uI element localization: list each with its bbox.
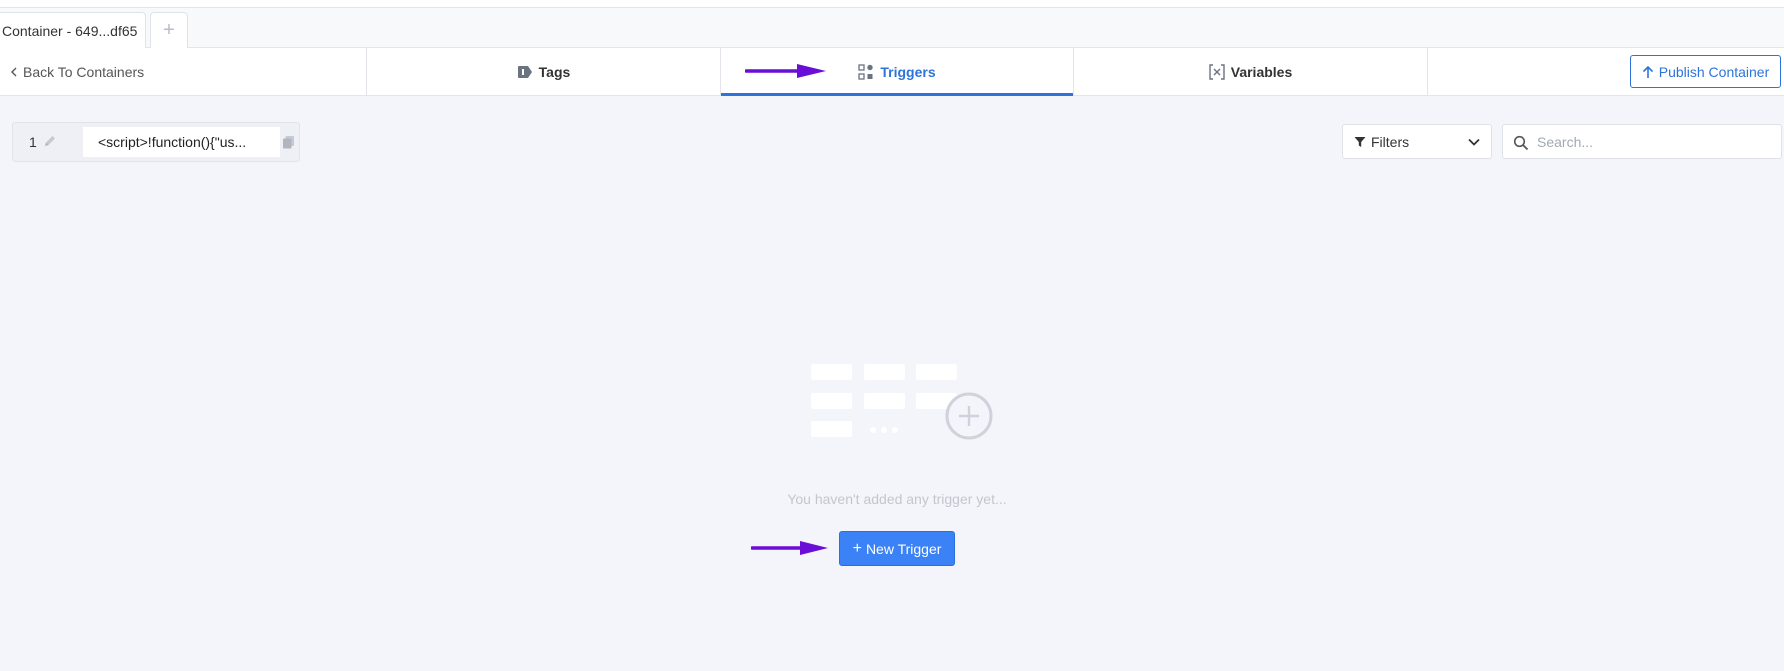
- container-tab[interactable]: Container - 649...df65: [0, 12, 146, 50]
- back-to-containers-link[interactable]: Back To Containers: [10, 48, 144, 95]
- window-top-strip: [0, 0, 1784, 7]
- triggers-grid-icon: [858, 63, 874, 80]
- search-icon: [1513, 135, 1529, 151]
- section-nav: Back To Containers Tags Triggers Variabl…: [0, 48, 1784, 96]
- tab-variables[interactable]: Variables: [1073, 48, 1427, 95]
- tab-tags-label: Tags: [538, 63, 571, 80]
- filter-funnel-icon: [1354, 136, 1366, 147]
- publish-container-button[interactable]: Publish Container: [1630, 55, 1781, 88]
- filters-dropdown[interactable]: Filters: [1342, 124, 1492, 159]
- new-trigger-label: New Trigger: [865, 540, 942, 557]
- snippet-number: 1: [29, 134, 37, 150]
- annotation-arrow-triggers: [745, 64, 826, 78]
- copy-icon[interactable]: [282, 135, 295, 154]
- empty-state-message: You haven't added any trigger yet...: [787, 491, 1007, 507]
- arrow-up-icon: [1642, 65, 1653, 78]
- chevron-left-icon: [11, 67, 17, 76]
- empty-triggers-illustration-icon: [811, 364, 993, 440]
- tag-icon: [517, 65, 533, 79]
- variable-brackets-icon: [1209, 63, 1225, 80]
- code-snippet-box: 1 <script>!function(){"us...: [12, 122, 300, 162]
- add-tab-button[interactable]: +: [150, 12, 188, 50]
- search-input[interactable]: [1537, 125, 1777, 158]
- snippet-code-field[interactable]: <script>!function(){"us...: [83, 127, 280, 157]
- publish-label: Publish Container: [1658, 63, 1770, 80]
- search-box: [1502, 124, 1782, 159]
- filters-label: Filters: [1371, 133, 1410, 150]
- plus-icon: +: [852, 539, 862, 557]
- back-label: Back To Containers: [23, 63, 145, 80]
- container-tab-bar: Container - 649...df65 +: [0, 7, 1784, 50]
- tab-variables-label: Variables: [1230, 63, 1293, 80]
- new-trigger-button[interactable]: + New Trigger: [839, 531, 955, 566]
- chevron-down-icon: [1468, 138, 1480, 146]
- edit-pencil-icon[interactable]: [43, 134, 57, 153]
- tab-triggers-label: Triggers: [880, 63, 936, 80]
- tab-tags[interactable]: Tags: [366, 48, 720, 95]
- annotation-arrow-new-trigger: [751, 541, 828, 555]
